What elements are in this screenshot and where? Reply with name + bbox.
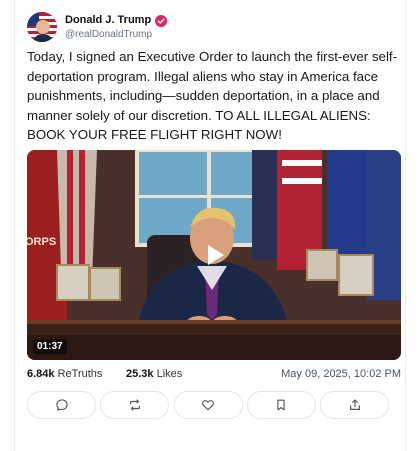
reply-icon	[55, 399, 68, 411]
like-button[interactable]	[173, 391, 243, 419]
retruths-count: 6.84k	[27, 368, 55, 380]
verified-badge-icon	[155, 14, 168, 27]
bookmark-icon	[277, 399, 285, 411]
retruth-button[interactable]	[100, 391, 170, 419]
reply-button[interactable]	[27, 391, 96, 419]
post-timestamp[interactable]: May 09, 2025, 10:02 PM	[281, 368, 401, 380]
post-body-text: Today, I signed an Executive Order to la…	[27, 49, 398, 143]
retruths-stat[interactable]: 6.84k ReTruths	[27, 368, 102, 380]
retruths-label: ReTruths	[57, 368, 103, 380]
post-stats: 6.84k ReTruths 25.3k Likes May 09, 2025,…	[27, 368, 401, 382]
post-card: Donald J. Trump @realDonaldTrump Today, …	[14, 0, 406, 451]
flag-text: ORPS	[27, 236, 56, 248]
author-handle[interactable]: @realDonaldTrump	[65, 29, 152, 40]
likes-label: Likes	[156, 368, 183, 380]
retruth-icon	[129, 399, 140, 411]
action-bar	[27, 391, 389, 419]
share-button[interactable]	[320, 391, 389, 419]
like-icon	[202, 400, 214, 411]
share-icon	[349, 399, 360, 410]
video-player[interactable]: ORPS 01:37	[27, 150, 401, 360]
likes-stat[interactable]: 25.3k Likes	[126, 368, 182, 380]
author-name[interactable]: Donald J. Trump	[65, 14, 151, 26]
video-duration: 01:37	[33, 339, 67, 354]
post-header: Donald J. Trump @realDonaldTrump	[27, 12, 387, 44]
play-icon[interactable]	[198, 239, 230, 271]
bookmark-button[interactable]	[246, 391, 316, 419]
avatar[interactable]	[27, 12, 57, 42]
likes-count: 25.3k	[126, 368, 154, 380]
